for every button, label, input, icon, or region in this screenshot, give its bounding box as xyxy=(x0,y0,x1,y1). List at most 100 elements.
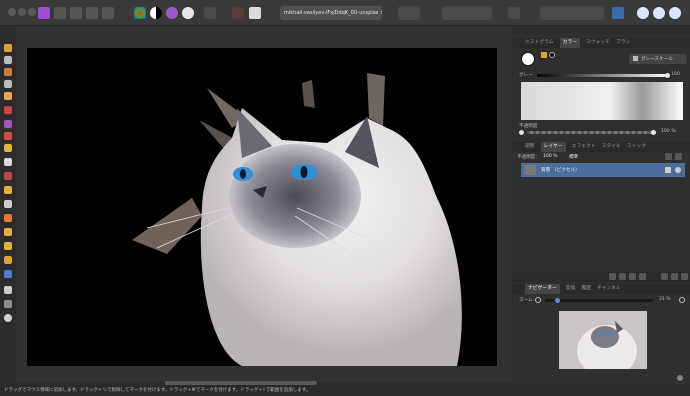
document-canvas[interactable] xyxy=(27,48,497,366)
studio-icon[interactable] xyxy=(637,7,649,19)
layer-settings-icon[interactable] xyxy=(665,153,672,160)
live-filter-icon[interactable] xyxy=(639,273,646,280)
tab-histogram[interactable]: ヒストグラム xyxy=(525,38,554,48)
primary-color-swatch[interactable] xyxy=(521,52,535,66)
opacity-label: 不透明度 xyxy=(519,124,538,129)
grayscale-label: グレースケール xyxy=(641,57,673,62)
new-layer-icon[interactable] xyxy=(671,273,678,280)
lock-icon xyxy=(633,56,638,61)
crop-2-tool-icon[interactable] xyxy=(4,80,12,88)
layer-lock-icon[interactable] xyxy=(665,167,671,173)
gray-slider[interactable] xyxy=(537,73,670,78)
clone-tool-icon[interactable] xyxy=(4,172,12,180)
layer-visibility-toggle[interactable] xyxy=(675,167,681,173)
delete-layer-icon[interactable] xyxy=(681,273,688,280)
tab-stock[interactable]: ストック xyxy=(627,142,646,152)
secondary-color-swatch[interactable] xyxy=(549,52,555,58)
opacity-slider[interactable] xyxy=(527,130,656,135)
move-tool-icon[interactable] xyxy=(4,44,12,52)
tab-styles[interactable]: スタイル xyxy=(602,142,621,152)
shape-tool-icon[interactable] xyxy=(4,270,12,278)
gray-value: 100 xyxy=(671,72,680,77)
blur-tool-icon[interactable] xyxy=(4,200,12,208)
arrange-group[interactable] xyxy=(540,6,604,20)
heal-tool-icon[interactable] xyxy=(4,186,12,194)
brush-tool-icon[interactable] xyxy=(4,92,12,100)
tab-layers[interactable]: レイヤー xyxy=(540,142,566,152)
paint-tool-icon[interactable] xyxy=(4,106,12,114)
window-close-button[interactable] xyxy=(8,8,16,16)
adjustment-icon[interactable] xyxy=(629,273,636,280)
opacity-dot-icon xyxy=(519,130,524,135)
eyedropper-icon[interactable] xyxy=(541,52,547,58)
tab-swatches[interactable]: スウォッチ xyxy=(586,38,610,48)
pen-tool-icon[interactable] xyxy=(4,256,12,264)
tab-adjustments[interactable]: 調整 xyxy=(525,142,535,152)
studio-panel: ヒストグラム カラー スウォッチ ブラシ グレースケール グレー 100 不透明… xyxy=(513,34,690,384)
layer-opacity-value[interactable]: 100 % xyxy=(543,154,558,159)
color-wheel-icon[interactable] xyxy=(134,7,146,19)
add-pixel-layer-icon[interactable] xyxy=(609,273,616,280)
studio-3-icon[interactable] xyxy=(669,7,681,19)
mask-icon[interactable] xyxy=(619,273,626,280)
crop-tool-icon[interactable] xyxy=(4,68,12,76)
eraser-tool-icon[interactable] xyxy=(4,158,12,166)
flood-select-icon[interactable] xyxy=(4,132,12,140)
zoom-in-icon[interactable] xyxy=(679,297,685,303)
persona-photo-icon[interactable] xyxy=(54,7,66,19)
group-icon[interactable] xyxy=(661,273,668,280)
view-mode-dropdown[interactable] xyxy=(398,6,420,20)
quick-mask-icon[interactable] xyxy=(232,7,244,19)
tab-history[interactable]: 履歴 xyxy=(581,284,591,294)
marquee-tool-icon[interactable] xyxy=(4,144,12,152)
tab-brushes[interactable]: ブラシ xyxy=(616,38,630,48)
tab-color[interactable]: カラー xyxy=(559,38,581,48)
text-tool-icon[interactable] xyxy=(4,286,12,294)
snapping-icon[interactable] xyxy=(508,7,520,19)
layer-row-background[interactable]: 背景 (ピクセル) xyxy=(521,163,685,177)
layer-visibility-icon[interactable] xyxy=(675,153,682,160)
dodge-tool-icon[interactable] xyxy=(4,214,12,222)
persona-tone-icon[interactable] xyxy=(102,7,114,19)
selection-tool-icon[interactable] xyxy=(4,56,12,64)
top-toolbar: mikhail-vasilyev-IFxjDdqK_0U-unsplas × xyxy=(0,0,690,26)
zoom-slider-knob[interactable] xyxy=(555,298,560,303)
selection-brush-icon[interactable] xyxy=(4,120,12,128)
zoom-tool-icon[interactable] xyxy=(4,314,12,322)
tab-effects[interactable]: エフェクト xyxy=(572,142,596,152)
window-minimize-button[interactable] xyxy=(18,8,26,16)
selection-mode-icon[interactable] xyxy=(204,7,216,19)
layer-name: 背景 xyxy=(541,168,551,173)
grayscale-dropdown[interactable]: グレースケール xyxy=(629,54,687,64)
tab-channels[interactable]: チャンネル xyxy=(597,284,621,294)
blend-mode-dropdown[interactable]: 標準 xyxy=(569,154,578,160)
affinity-photo-icon[interactable] xyxy=(38,7,50,19)
window-zoom-button[interactable] xyxy=(28,8,36,16)
persona-liquify-icon[interactable] xyxy=(70,7,82,19)
zoom-out-icon[interactable] xyxy=(535,297,541,303)
navigator-settings-icon[interactable] xyxy=(677,375,683,381)
view-tool-icon[interactable] xyxy=(4,300,12,308)
persona-develop-icon[interactable] xyxy=(86,7,98,19)
document-tab[interactable]: mikhail-vasilyev-IFxjDdqK_0U-unsplas × xyxy=(280,6,382,20)
tab-navigator[interactable]: ナビゲーター xyxy=(525,284,560,294)
hsl-icon[interactable] xyxy=(166,7,178,19)
navigator-thumbnail[interactable] xyxy=(559,311,647,369)
persona-export-icon[interactable] xyxy=(612,7,624,19)
refine-icon[interactable] xyxy=(249,7,261,19)
assistant-group[interactable] xyxy=(442,6,492,20)
cat-photo xyxy=(132,73,462,366)
smudge-tool-icon[interactable] xyxy=(4,242,12,250)
white-balance-icon[interactable] xyxy=(182,7,194,19)
gray-slider-knob[interactable] xyxy=(665,73,670,78)
gray-gradient-picker[interactable] xyxy=(521,82,683,120)
opacity-slider-knob[interactable] xyxy=(651,130,656,135)
tab-transform[interactable]: 変換 xyxy=(566,284,576,294)
layer-thumbnail xyxy=(524,165,536,175)
zoom-label: ズーム: xyxy=(519,298,535,303)
studio-2-icon[interactable] xyxy=(653,7,665,19)
burn-tool-icon[interactable] xyxy=(4,228,12,236)
layer-kind: (ピクセル) xyxy=(555,168,577,173)
zoom-slider[interactable] xyxy=(545,298,653,303)
contrast-icon[interactable] xyxy=(150,7,162,19)
